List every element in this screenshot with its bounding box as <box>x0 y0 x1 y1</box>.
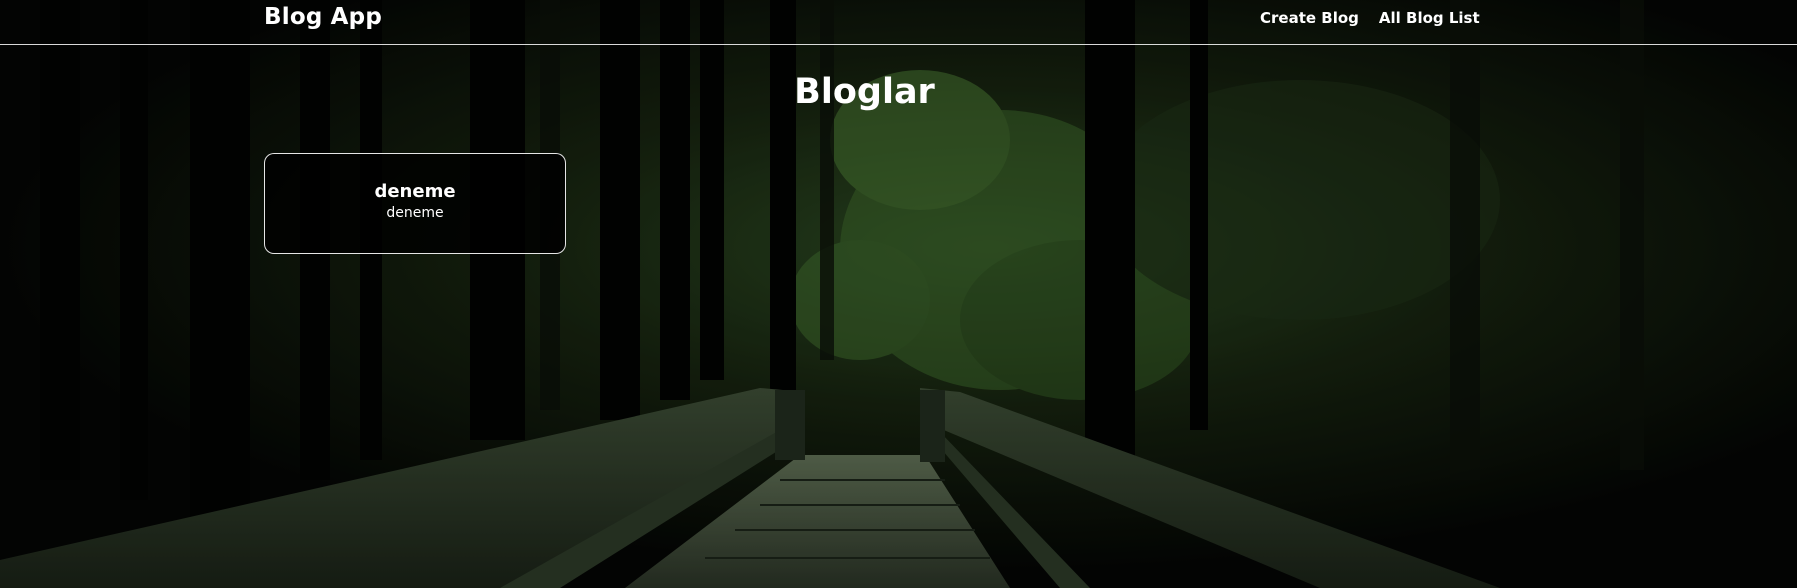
page-title: Bloglar <box>794 72 935 112</box>
nav-links: Create Blog All Blog List <box>1260 9 1480 27</box>
blog-card[interactable]: deneme deneme <box>264 153 566 254</box>
all-blog-list-link[interactable]: All Blog List <box>1379 9 1480 27</box>
blog-card-title: deneme <box>374 181 456 202</box>
create-blog-link[interactable]: Create Blog <box>1260 9 1359 27</box>
brand-logo-link[interactable]: Blog App <box>264 4 382 30</box>
navbar: Blog App Create Blog All Blog List <box>0 0 1797 45</box>
blog-card-content: deneme <box>386 205 444 221</box>
page: Blog App Create Blog All Blog List Blogl… <box>0 0 1797 588</box>
